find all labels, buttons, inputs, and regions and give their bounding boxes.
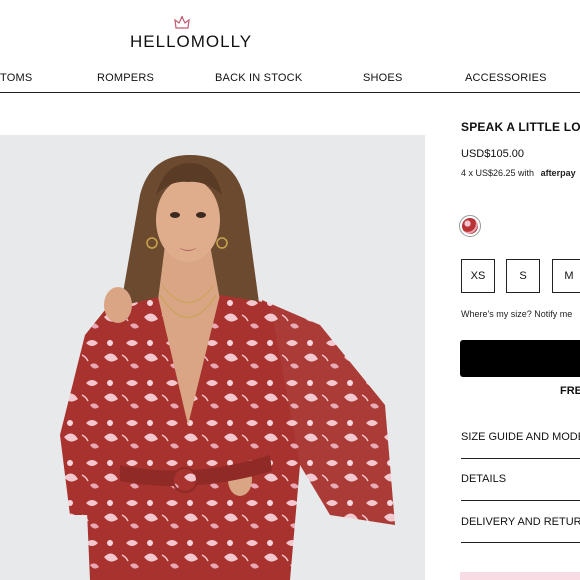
- accordion-divider: [461, 500, 580, 501]
- free-shipping-text: FRE: [560, 385, 580, 397]
- installment-info: 4 x US$26.25 with afterpay: [461, 168, 576, 178]
- afterpay-logo[interactable]: afterpay: [541, 168, 576, 178]
- nav-item-shoes[interactable]: SHOES: [363, 72, 403, 84]
- product-title: SPEAK A LITTLE LOU: [461, 120, 580, 134]
- accordion-delivery-returns[interactable]: DELIVERY AND RETURN: [461, 516, 580, 528]
- promo-banner: [460, 572, 580, 580]
- product-price: USD$105.00: [461, 148, 524, 160]
- accordion-size-guide[interactable]: SIZE GUIDE AND MODEL: [461, 431, 580, 443]
- nav-item-bottoms[interactable]: TOMS: [0, 72, 32, 84]
- accordion-details[interactable]: DETAILS: [461, 473, 580, 485]
- main-nav: TOMS ROMPERS BACK IN STOCK SHOES ACCESSO…: [0, 72, 580, 88]
- size-button-xs[interactable]: XS: [461, 259, 495, 293]
- size-notify-text: Where's my size? Notify me: [461, 309, 573, 319]
- accordion-divider: [461, 458, 580, 459]
- size-notify-link[interactable]: Where's my size? Notify me ›: [461, 309, 580, 319]
- model-photo: [60, 155, 395, 580]
- size-button-m[interactable]: M: [552, 259, 580, 293]
- size-button-s[interactable]: S: [506, 259, 540, 293]
- swatch-pattern: [462, 218, 478, 234]
- crown-icon: [174, 16, 190, 29]
- nav-item-accessories[interactable]: ACCESSORIES: [465, 72, 547, 84]
- nav-item-back-in-stock[interactable]: BACK IN STOCK: [215, 72, 302, 84]
- accordion-divider: [461, 542, 580, 543]
- logo-text: HELLOMOLLY: [130, 32, 253, 51]
- add-to-bag-button[interactable]: [460, 340, 580, 377]
- product-image[interactable]: [0, 135, 425, 580]
- brand-logo[interactable]: HELLOMOLLY: [130, 16, 254, 52]
- color-swatch[interactable]: [459, 215, 481, 237]
- installment-text: 4 x US$26.25 with: [461, 168, 535, 178]
- nav-item-rompers[interactable]: ROMPERS: [97, 72, 154, 84]
- nav-divider: [0, 92, 580, 93]
